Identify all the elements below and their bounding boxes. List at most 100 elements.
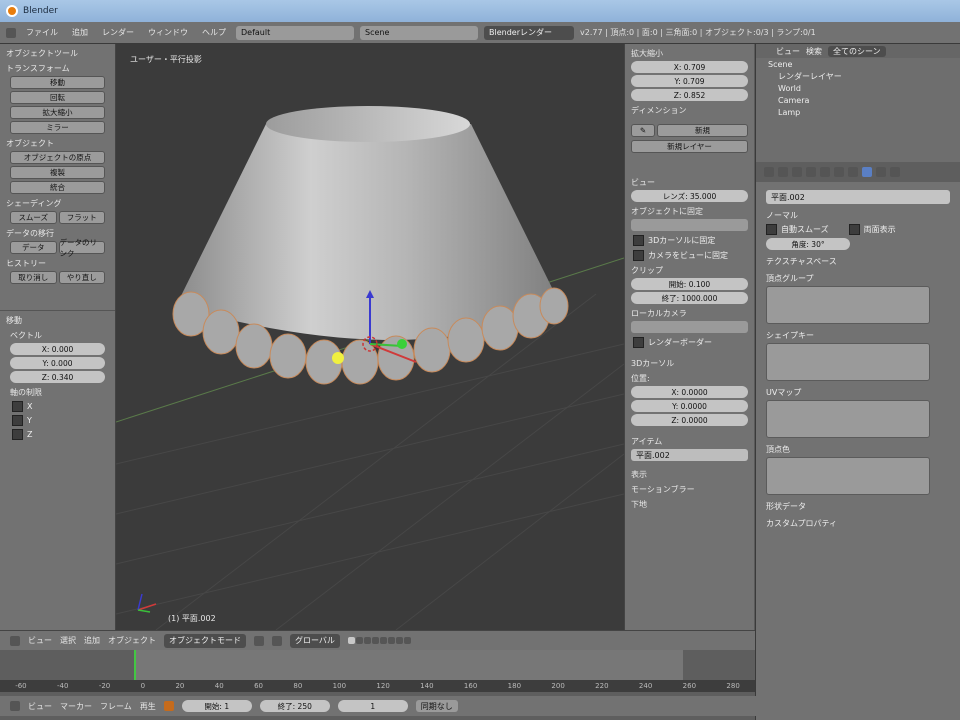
timeline-range[interactable] bbox=[135, 650, 683, 680]
header-add-menu[interactable]: 追加 bbox=[84, 635, 100, 646]
world-tab-icon[interactable] bbox=[806, 167, 816, 177]
smooth-button[interactable]: スムーズ bbox=[10, 211, 57, 224]
end-frame-field[interactable]: 終了: 250 bbox=[259, 700, 330, 712]
outliner-tab-view[interactable]: ビュー bbox=[776, 46, 800, 57]
outliner-row-renderlayers[interactable]: レンダーレイヤー bbox=[756, 70, 960, 82]
timeline-marker-menu[interactable]: マーカー bbox=[60, 701, 92, 712]
double-sided-checkbox[interactable] bbox=[848, 224, 860, 235]
outliner-tab-allscenes[interactable]: 全てのシーン bbox=[828, 45, 886, 57]
lens-field[interactable]: レンズ: 35.000 bbox=[631, 190, 748, 202]
vertex-colors-list[interactable] bbox=[766, 457, 930, 495]
vector-y-field[interactable]: Y: 0.000 bbox=[10, 357, 105, 369]
custom-props-section-title[interactable]: カスタムプロパティ bbox=[766, 518, 960, 529]
vector-z-field[interactable]: Z: 0.340 bbox=[10, 371, 105, 383]
dimensions-label[interactable]: ディメンション bbox=[631, 105, 754, 116]
scale-z-field[interactable]: Z: 0.852 bbox=[631, 89, 748, 101]
link-data-button[interactable]: データのリンク bbox=[58, 238, 105, 258]
clip-start-field[interactable]: 開始: 0.100 bbox=[631, 278, 748, 290]
timeline-editor[interactable]: -60 -40 -20 0 20 40 60 80 100 120 140 16… bbox=[0, 650, 765, 720]
axis-z-checkbox[interactable] bbox=[12, 429, 23, 440]
mode-selector[interactable]: オブジェクトモード bbox=[164, 633, 246, 648]
display-section-title[interactable]: 表示 bbox=[631, 469, 754, 480]
new-layer-button[interactable]: 新規レイヤー bbox=[631, 140, 748, 153]
data-button[interactable]: データ bbox=[10, 241, 57, 254]
header-view-menu[interactable]: ビュー bbox=[28, 635, 52, 646]
timeline-view-menu[interactable]: ビュー bbox=[28, 701, 52, 712]
undo-button[interactable]: 取り消し bbox=[10, 271, 57, 284]
vertex-colors-section-title[interactable]: 頂点色 bbox=[766, 444, 960, 455]
timeline-frame-menu[interactable]: フレーム bbox=[100, 701, 132, 712]
outliner-row-world[interactable]: World bbox=[756, 82, 960, 94]
auto-smooth-angle-field[interactable]: 角度: 30° bbox=[766, 238, 850, 250]
scale-button[interactable]: 拡大縮小 bbox=[10, 106, 105, 119]
cursor-x-field[interactable]: X: 0.0000 bbox=[631, 386, 748, 398]
background-section-title[interactable]: 下地 bbox=[631, 499, 754, 510]
item-section-title[interactable]: アイテム bbox=[631, 436, 754, 447]
lock-object-field[interactable] bbox=[631, 219, 748, 231]
render-border-checkbox[interactable] bbox=[633, 337, 644, 348]
vertex-groups-section-title[interactable]: 頂点グループ bbox=[766, 273, 960, 284]
origin-button[interactable]: オブジェクトの原点 bbox=[10, 151, 105, 164]
local-camera-field[interactable] bbox=[631, 321, 748, 333]
new-grease-button[interactable]: 新規 bbox=[657, 124, 748, 137]
rotate-button[interactable]: 回転 bbox=[10, 91, 105, 104]
menu-render[interactable]: レンダー bbox=[98, 27, 138, 38]
shading-icon[interactable] bbox=[254, 635, 264, 646]
sync-mode-selector[interactable]: 同期なし bbox=[415, 700, 458, 712]
grease-pencil-icon[interactable]: ✎ bbox=[631, 124, 655, 137]
item-name-field[interactable]: 平面.002 bbox=[631, 449, 748, 461]
view-section-title[interactable]: ビュー bbox=[631, 177, 754, 188]
axis-y-checkbox[interactable] bbox=[12, 415, 23, 426]
outliner-row-lamp[interactable]: Lamp bbox=[756, 106, 960, 118]
outliner[interactable]: Scene レンダーレイヤー World Camera Lamp bbox=[756, 58, 960, 162]
texture-tab-icon[interactable] bbox=[890, 167, 900, 177]
duplicate-button[interactable]: 複製 bbox=[10, 166, 105, 179]
normals-section-title[interactable]: ノーマル bbox=[766, 210, 960, 221]
record-icon[interactable] bbox=[163, 701, 174, 711]
motion-section-title[interactable]: モーションブラー bbox=[631, 484, 754, 495]
material-tab-icon[interactable] bbox=[876, 167, 886, 177]
lock-camera-checkbox[interactable] bbox=[633, 250, 644, 261]
timeline-editor-icon[interactable] bbox=[10, 701, 20, 711]
axis-x-checkbox[interactable] bbox=[12, 401, 23, 412]
pivot-icon[interactable] bbox=[272, 635, 282, 646]
vertex-groups-list[interactable] bbox=[766, 286, 930, 324]
modifiers-tab-icon[interactable] bbox=[848, 167, 858, 177]
lock-cursor-checkbox[interactable] bbox=[633, 235, 644, 246]
texture-space-section-title[interactable]: テクスチャスペース bbox=[766, 256, 960, 267]
editor-type-icon[interactable] bbox=[10, 635, 20, 646]
header-object-menu[interactable]: オブジェクト bbox=[108, 635, 156, 646]
menu-add[interactable]: 追加 bbox=[68, 27, 92, 38]
scene-tab-icon[interactable] bbox=[792, 167, 802, 177]
menu-file[interactable]: ファイル bbox=[22, 27, 62, 38]
flat-button[interactable]: フラット bbox=[58, 211, 105, 224]
layout-selector[interactable]: Default bbox=[236, 25, 354, 40]
scene-selector[interactable]: Scene bbox=[360, 25, 478, 40]
layer-buttons[interactable] bbox=[347, 637, 411, 644]
current-frame-field[interactable]: 1 bbox=[337, 700, 408, 712]
shape-keys-section-title[interactable]: シェイプキー bbox=[766, 330, 960, 341]
outliner-row-scene[interactable]: Scene bbox=[756, 58, 960, 70]
lamp-object-icon[interactable] bbox=[332, 352, 344, 364]
geometry-data-section-title[interactable]: 形状データ bbox=[766, 501, 960, 512]
mesh-data-tab-icon[interactable] bbox=[862, 167, 872, 177]
cursor-z-field[interactable]: Z: 0.0000 bbox=[631, 414, 748, 426]
orientation-selector[interactable]: グローバル bbox=[290, 633, 340, 648]
uv-maps-list[interactable] bbox=[766, 400, 930, 438]
menu-help[interactable]: ヘルプ bbox=[198, 27, 230, 38]
vector-x-field[interactable]: X: 0.000 bbox=[10, 343, 105, 355]
start-frame-field[interactable]: 開始: 1 bbox=[181, 700, 252, 712]
3d-viewport[interactable]: ユーザー・平行投影 (1) 平面.002 bbox=[116, 44, 624, 630]
cursor-y-field[interactable]: Y: 0.0000 bbox=[631, 400, 748, 412]
header-select-menu[interactable]: 選択 bbox=[60, 635, 76, 646]
layers-tab-icon[interactable] bbox=[778, 167, 788, 177]
render-tab-icon[interactable] bbox=[764, 167, 774, 177]
shape-keys-list[interactable] bbox=[766, 343, 930, 381]
redo-button[interactable]: やり直し bbox=[58, 271, 105, 284]
render-engine-selector[interactable]: Blenderレンダー bbox=[484, 25, 574, 40]
object-tab-icon[interactable] bbox=[820, 167, 830, 177]
outliner-tab-search[interactable]: 検索 bbox=[806, 46, 822, 57]
menu-window[interactable]: ウィンドウ bbox=[144, 27, 192, 38]
auto-smooth-checkbox[interactable] bbox=[766, 224, 777, 235]
uv-maps-section-title[interactable]: UVマップ bbox=[766, 387, 960, 398]
